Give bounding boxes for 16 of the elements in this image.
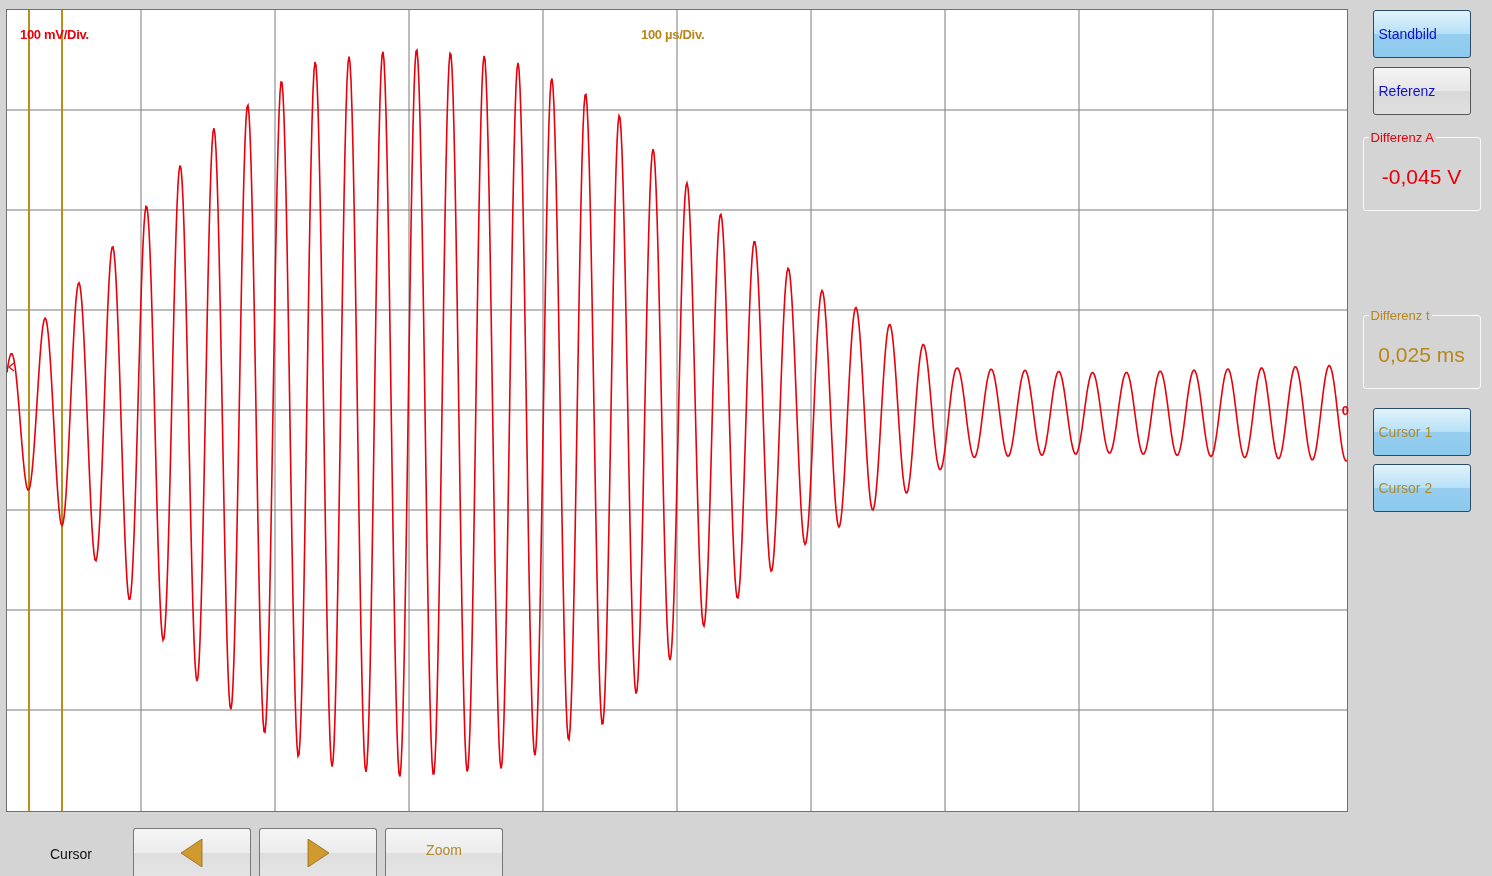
readout-value: 0,025 ms xyxy=(1378,343,1465,367)
toggle-button[interactable]: Referenz xyxy=(1372,67,1471,115)
toggle-button[interactable]: Standbild xyxy=(1372,10,1471,58)
readout-title: Differenz t xyxy=(1368,308,1432,323)
zoom-button[interactable]: Zoom xyxy=(385,828,503,876)
cursor-button[interactable]: Cursor 2 xyxy=(1372,464,1471,512)
cursor-button[interactable]: Cursor 1 xyxy=(1372,408,1471,456)
right-triangle-icon xyxy=(307,838,329,867)
left-triangle-icon xyxy=(181,838,203,867)
cursor-right-button[interactable] xyxy=(259,828,377,876)
trigger-marker-icon xyxy=(8,362,15,372)
cursor-label: Cursor xyxy=(50,846,93,862)
readout-value: -0,045 V xyxy=(1381,165,1462,189)
cursor-left-button[interactable] xyxy=(133,828,251,876)
time-per-div-label: 100 µs/Div. xyxy=(641,27,705,42)
readout-title: Differenz A xyxy=(1368,130,1436,145)
